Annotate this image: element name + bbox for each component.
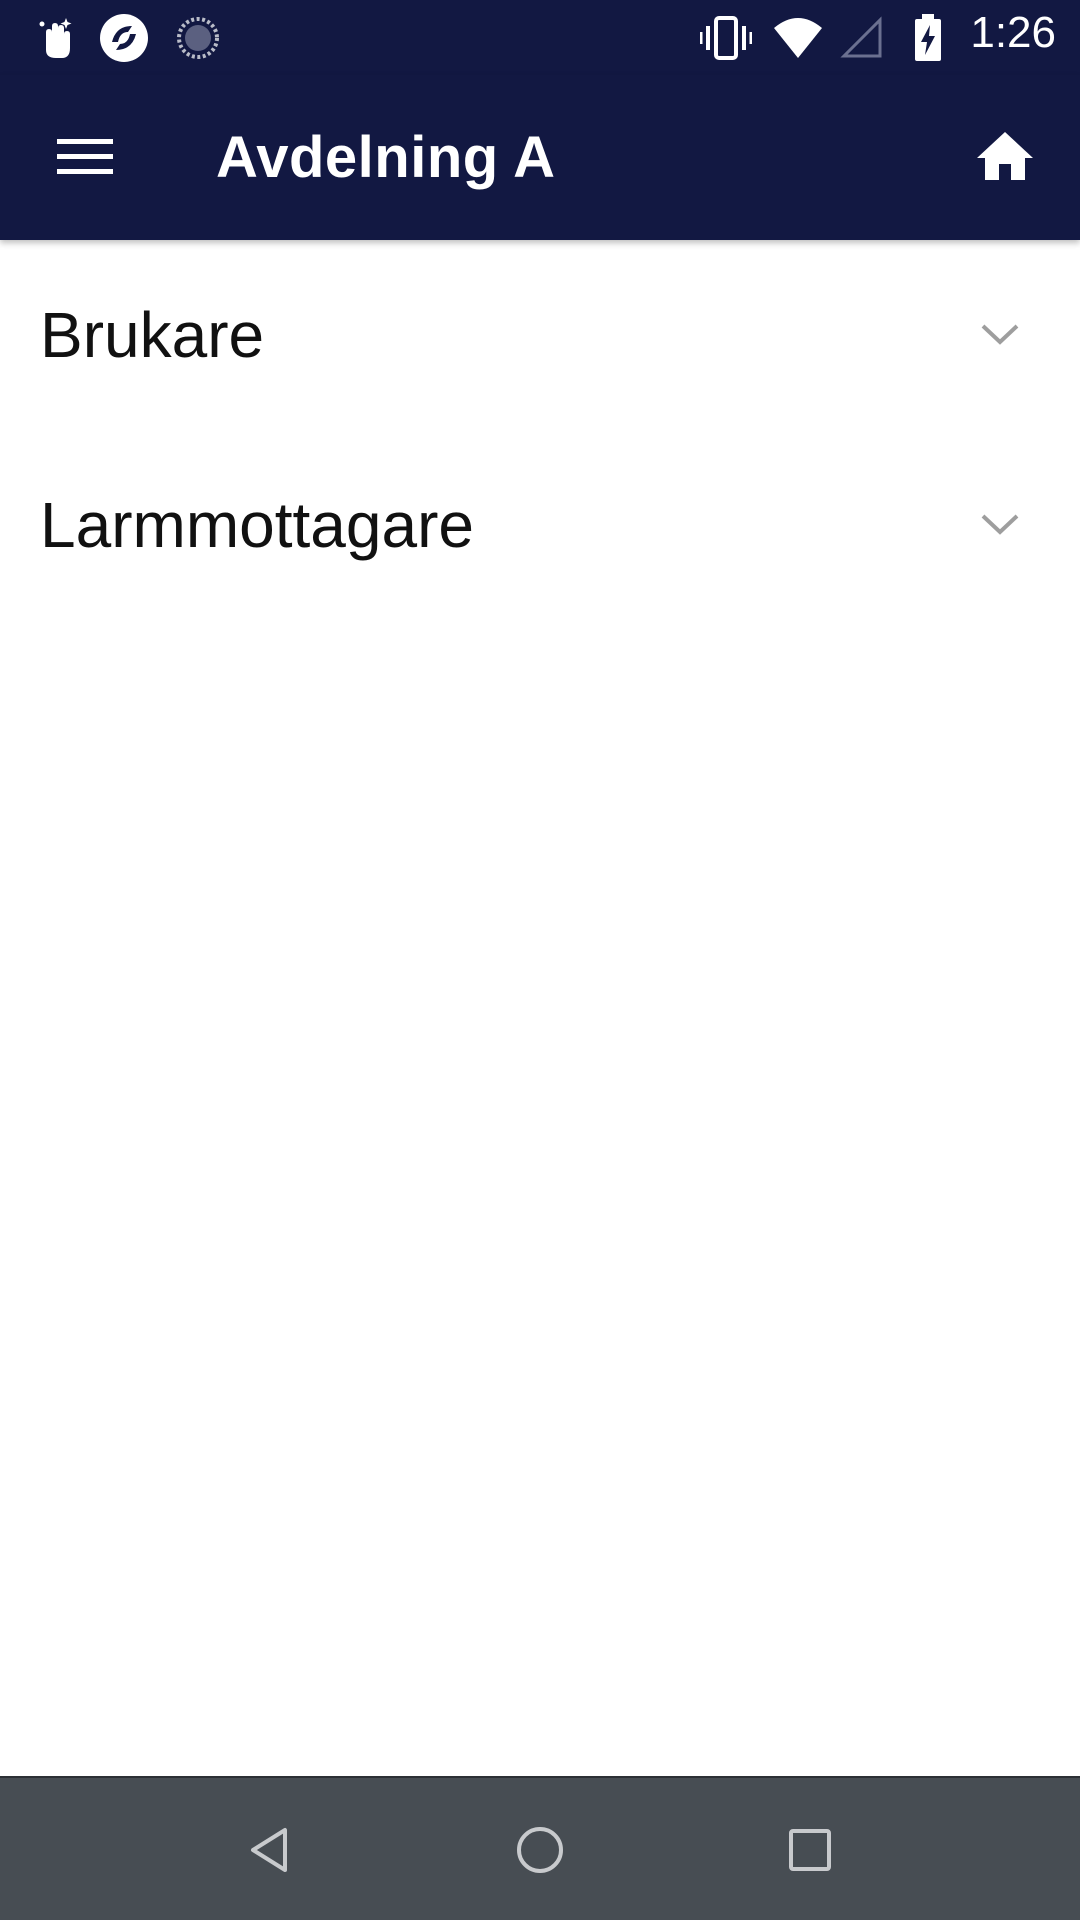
section-list: Brukare Larmmottagare	[0, 240, 1080, 620]
battery-charging-icon	[902, 12, 954, 64]
navigation-bar	[0, 1776, 1080, 1920]
cellular-signal-icon	[836, 12, 888, 64]
home-icon	[977, 132, 1033, 180]
app-logo-icon	[98, 12, 150, 64]
loading-spinner-icon	[172, 12, 224, 64]
chevron-down-icon[interactable]	[970, 495, 1030, 555]
app-bar: Avdelning A	[0, 75, 1080, 240]
home-circle-icon	[517, 1827, 563, 1873]
recents-icon	[789, 1829, 831, 1871]
section-label: Larmmottagare	[40, 489, 474, 561]
back-button[interactable]	[230, 1810, 310, 1890]
page-title: Avdelning A	[216, 125, 556, 190]
home-nav-button[interactable]	[500, 1810, 580, 1890]
chevron-down-icon[interactable]	[970, 305, 1030, 365]
vibrate-icon	[700, 12, 752, 64]
section-brukare[interactable]: Brukare	[0, 240, 1080, 430]
status-time: 1:26	[970, 8, 1056, 57]
section-larmmottagare[interactable]: Larmmottagare	[0, 430, 1080, 620]
hamburger-menu-icon	[57, 139, 113, 174]
wifi-icon	[772, 12, 824, 64]
back-icon	[251, 1828, 287, 1872]
home-button[interactable]	[960, 111, 1050, 201]
screen: 1:26 Avdelning A Brukare Larmmottagare	[0, 0, 1080, 1920]
recents-button[interactable]	[770, 1810, 850, 1890]
gesture-hand-icon	[30, 12, 82, 64]
status-bar: 1:26	[0, 0, 1080, 75]
section-label: Brukare	[40, 299, 265, 371]
menu-button[interactable]	[40, 115, 130, 199]
